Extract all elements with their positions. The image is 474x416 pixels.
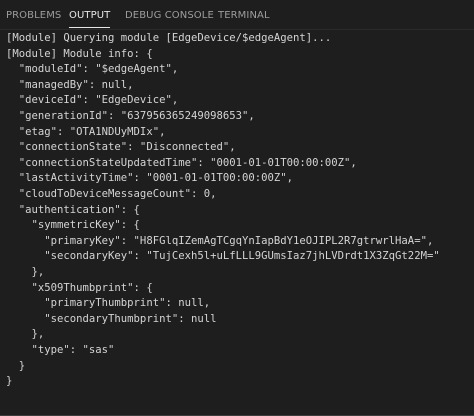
output-line: "etag": "OTA1NDUyMDIx", (6, 125, 166, 138)
output-line: }, (6, 266, 45, 278)
output-line: "connectionStateUpdatedTime": "0001-01-0… (6, 156, 357, 169)
output-line: "connectionState": "Disconnected", (6, 141, 236, 154)
output-line: } (6, 359, 26, 372)
tab-output[interactable]: OUTPUT (69, 0, 111, 30)
output-line: } (6, 375, 13, 388)
tab-debug-console[interactable]: DEBUG CONSOLE (125, 0, 214, 30)
panel-tab-bar: PROBLEMS OUTPUT DEBUG CONSOLE TERMINAL (0, 0, 474, 30)
output-line: }, (6, 328, 45, 341)
tab-terminal[interactable]: TERMINAL (218, 0, 270, 30)
output-line: "x509Thumbprint": { (6, 281, 153, 294)
output-line: "type": "sas" (6, 344, 115, 356)
output-panel: PROBLEMS OUTPUT DEBUG CONSOLE TERMINAL [… (0, 0, 474, 416)
output-line: "primaryThumbprint": null, (6, 297, 211, 310)
output-line: "authentication": { (6, 203, 140, 216)
tab-problems[interactable]: PROBLEMS (6, 0, 61, 30)
output-line: "moduleId": "$edgeAgent", (6, 63, 179, 76)
output-line: [Module] Module info: { (6, 47, 153, 60)
output-line: "secondaryThumbprint": null (6, 312, 217, 325)
output-line: "symmetricKey": { (6, 219, 140, 232)
output-line: "primaryKey": "H8FGlqIZemAgTCgqYnIapBdY1… (6, 234, 434, 247)
output-line: "secondaryKey": "TujCexh5l+uLfLLL9GUmsIa… (6, 250, 440, 263)
output-line: "managedBy": null, (6, 78, 134, 91)
output-line: "generationId": "637956365249098653", (6, 110, 255, 122)
output-line: "deviceId": "EdgeDevice", (6, 94, 179, 107)
output-line: "lastActivityTime": "0001-01-01T00:00:00… (6, 172, 294, 185)
output-line: "cloudToDeviceMessageCount": 0, (6, 188, 217, 200)
output-log[interactable]: [Module] Querying module [EdgeDevice/$ed… (6, 30, 468, 396)
output-line: [Module] Querying module [EdgeDevice/$ed… (6, 32, 332, 44)
